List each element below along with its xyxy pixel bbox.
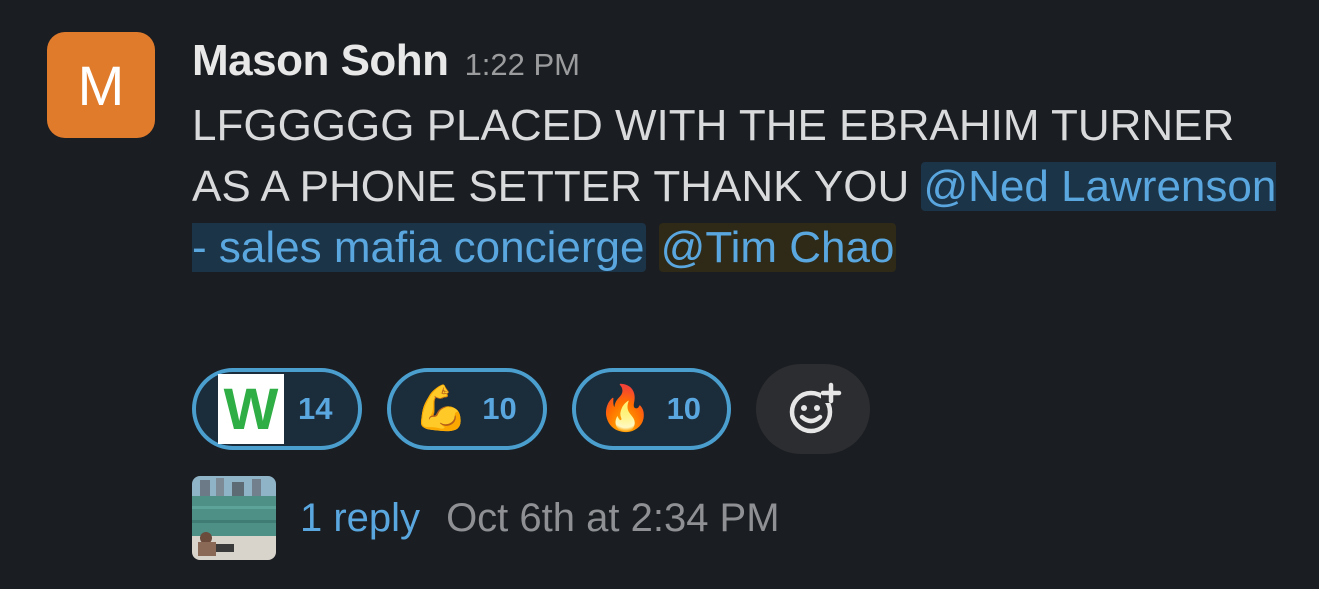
reactions-bar: W 14 💪 10 🔥 10 [192, 364, 871, 454]
last-reply-time: Oct 6th at 2:34 PM [446, 495, 780, 540]
reply-count-link[interactable]: 1 reply [300, 496, 420, 541]
sender-avatar[interactable]: M [47, 32, 155, 138]
add-reaction-icon [789, 382, 842, 434]
replier-avatar[interactable] [192, 476, 276, 560]
sender-name[interactable]: Mason Sohn [192, 36, 449, 86]
fire-icon: 🔥 [597, 384, 653, 433]
reaction-count: 10 [666, 391, 702, 426]
message-timestamp[interactable]: 1:22 PM [465, 47, 580, 83]
reaction-fire[interactable]: 🔥 10 [571, 368, 732, 450]
thread-summary: 1 reply Oct 6th at 2:34 PM [192, 476, 780, 560]
flexed-biceps-icon: 💪 [413, 384, 469, 433]
reaction-flexed-biceps[interactable]: 💪 10 [387, 368, 547, 450]
add-reaction-button[interactable] [756, 364, 871, 454]
replier-photo-icon [192, 476, 276, 560]
reaction-w[interactable]: W 14 [192, 368, 363, 450]
message-body: LFGGGGG PLACED WITH THE EBRAHIM TURNER A… [192, 95, 1282, 278]
w-letter-icon: W [218, 374, 284, 444]
avatar-initial: M [77, 53, 125, 117]
mention-tim-chao[interactable]: @Tim Chao [658, 223, 897, 272]
reaction-count: 14 [298, 391, 333, 426]
reaction-count: 10 [482, 391, 517, 426]
message-header: Mason Sohn 1:22 PM [192, 36, 580, 86]
